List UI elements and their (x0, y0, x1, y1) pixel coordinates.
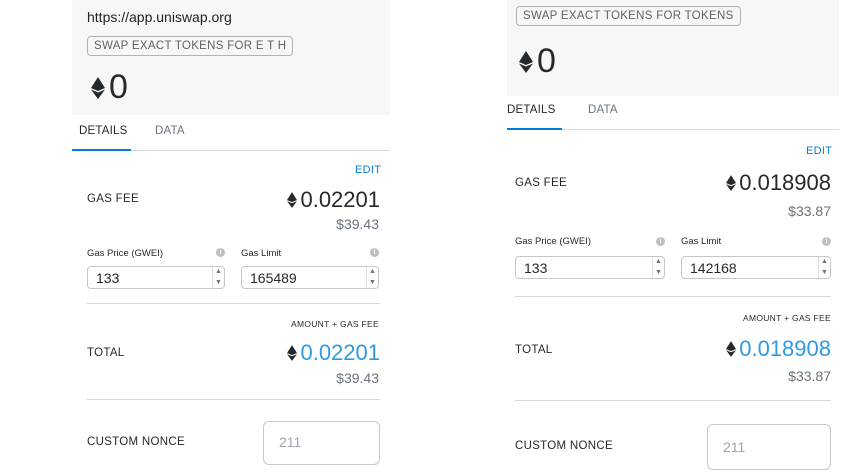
gas-limit-value[interactable]: 142168 (682, 257, 818, 278)
gas-limit-label: Gas Limit (681, 236, 722, 247)
transaction-amount: 0 (91, 68, 128, 107)
divider (87, 303, 380, 304)
custom-nonce-label: CUSTOM NONCE (515, 440, 613, 452)
divider (515, 400, 831, 401)
total-eth: 0.018908 (726, 336, 831, 362)
tab-bar: DETAILS DATA (507, 94, 839, 130)
amount-gas-fee-label: AMOUNT + GAS FEE (742, 313, 831, 323)
total-usd: $33.87 (788, 368, 831, 384)
info-icon[interactable]: i (370, 248, 379, 257)
nonce-placeholder: 211 (279, 434, 302, 450)
gas-price-label: Gas Price (GWEI) (515, 236, 592, 247)
ethereum-icon (287, 345, 298, 361)
total-eth-value: 0.02201 (300, 340, 380, 365)
gas-price-value[interactable]: 133 (88, 267, 212, 288)
total-label: TOTAL (87, 347, 125, 359)
gas-fee-eth-value: 0.018908 (739, 170, 831, 195)
custom-nonce-label: CUSTOM NONCE (87, 436, 185, 448)
active-tab-indicator (507, 128, 562, 130)
tab-data[interactable]: DATA (155, 125, 185, 137)
nonce-placeholder: 211 (723, 439, 746, 455)
transaction-amount: 0 (519, 42, 556, 81)
gas-price-label: Gas Price (GWEI) (87, 248, 164, 259)
total-eth: 0.02201 (287, 340, 380, 366)
edit-gas-link[interactable]: EDIT (355, 164, 381, 176)
gas-limit-value[interactable]: 165489 (242, 267, 366, 288)
gas-fee-eth-value: 0.02201 (300, 187, 380, 212)
tab-data[interactable]: DATA (588, 104, 618, 116)
active-tab-indicator (72, 149, 131, 151)
ethereum-icon (726, 341, 737, 357)
tab-details[interactable]: DETAILS (79, 125, 127, 137)
gas-fee-label: GAS FEE (87, 193, 139, 205)
stepper-arrows-icon[interactable]: ▲ ▼ (366, 267, 378, 288)
gas-limit-label: Gas Limit (241, 248, 282, 259)
site-origin: https://app.uniswap.org (87, 9, 232, 25)
gas-fee-eth: 0.02201 (287, 187, 380, 213)
edit-gas-link[interactable]: EDIT (806, 145, 832, 157)
stepper-arrows-icon[interactable]: ▲ ▼ (652, 257, 664, 278)
ethereum-icon (519, 50, 533, 73)
gas-fee-eth: 0.018908 (726, 170, 831, 196)
amount-gas-fee-label: AMOUNT + GAS FEE (290, 319, 379, 329)
method-badge: SWAP EXACT TOKENS FOR TOKENS (516, 6, 741, 26)
gas-fee-usd: $39.43 (336, 216, 379, 232)
amount-value: 0 (109, 68, 128, 106)
total-label: TOTAL (515, 344, 553, 356)
stepper-arrows-icon[interactable]: ▲ ▼ (818, 257, 830, 278)
total-usd: $39.43 (336, 370, 379, 386)
gas-price-input[interactable]: 133 ▲ ▼ (515, 256, 665, 279)
divider (515, 296, 831, 297)
ethereum-icon (726, 175, 737, 191)
transaction-header: SWAP EXACT TOKENS FOR TOKENS 0 (507, 0, 839, 96)
divider (87, 399, 380, 400)
custom-nonce-input[interactable]: 211 (263, 421, 380, 465)
right-confirm-panel: SWAP EXACT TOKENS FOR TOKENS 0 DETAILS D… (507, 0, 839, 475)
tab-details[interactable]: DETAILS (507, 104, 555, 116)
gas-price-input[interactable]: 133 ▲ ▼ (87, 266, 225, 289)
gas-fee-label: GAS FEE (515, 177, 567, 189)
ethereum-icon (287, 192, 298, 208)
info-icon[interactable]: i (822, 237, 831, 246)
info-icon[interactable]: i (216, 248, 225, 257)
custom-nonce-input[interactable]: 211 (707, 424, 831, 470)
left-confirm-panel: https://app.uniswap.org SWAP EXACT TOKEN… (72, 0, 390, 475)
total-eth-value: 0.018908 (739, 336, 831, 361)
tab-bar: DETAILS DATA (72, 115, 390, 151)
gas-limit-input[interactable]: 142168 ▲ ▼ (681, 256, 831, 279)
method-badge: SWAP EXACT TOKENS FOR E T H (87, 36, 294, 56)
ethereum-icon (91, 76, 105, 99)
info-icon[interactable]: i (656, 237, 665, 246)
gas-price-value[interactable]: 133 (516, 257, 652, 278)
stepper-arrows-icon[interactable]: ▲ ▼ (212, 267, 224, 288)
gas-limit-input[interactable]: 165489 ▲ ▼ (241, 266, 379, 289)
amount-value: 0 (537, 42, 556, 80)
gas-fee-usd: $33.87 (788, 203, 831, 219)
transaction-header: https://app.uniswap.org SWAP EXACT TOKEN… (72, 0, 390, 115)
